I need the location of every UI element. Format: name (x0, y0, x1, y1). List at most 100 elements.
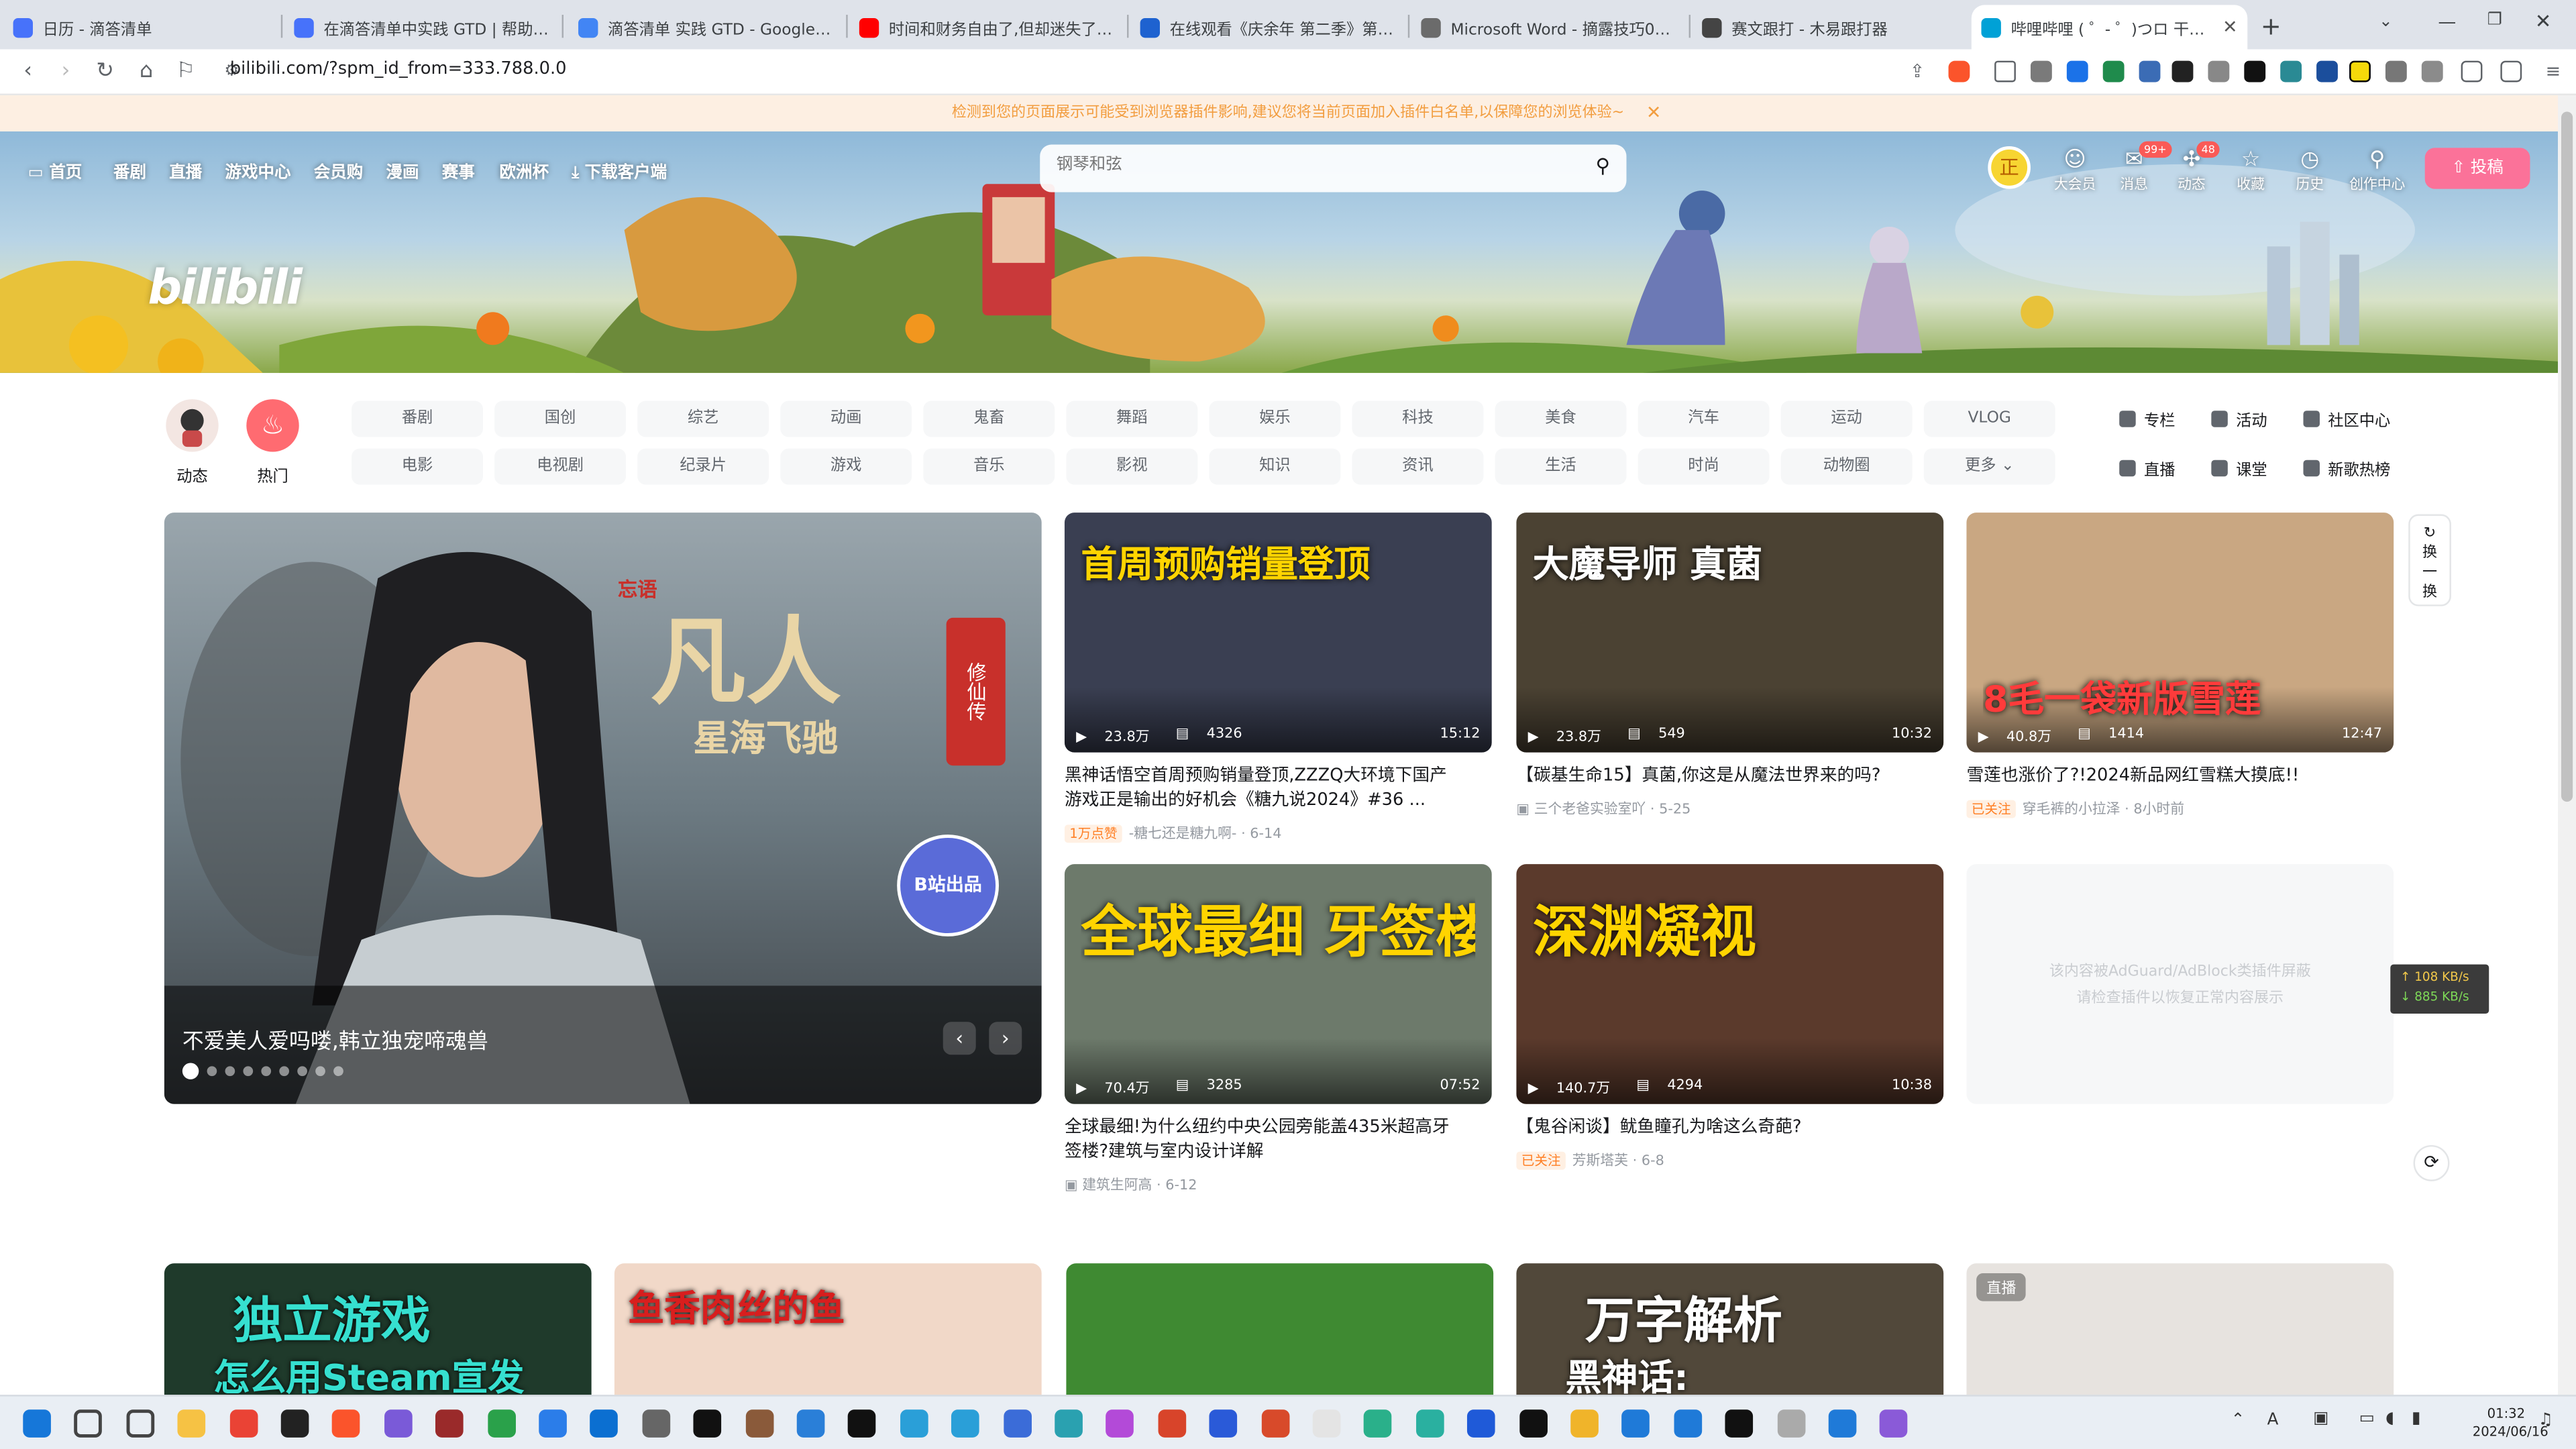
carousel-dot[interactable] (315, 1066, 325, 1077)
browser-tab[interactable]: Microsoft Word - 摘露技巧0606.do (1411, 5, 1687, 49)
notice-close-icon[interactable]: ✕ (1646, 95, 1662, 131)
bottom-video-thumbnail[interactable]: 独立游戏 怎么用Steam宣发 (164, 1263, 592, 1411)
carousel-dot[interactable] (297, 1066, 307, 1077)
video-thumbnail[interactable]: 首周预购销量登顶 ▶ 23.8万 ▤ 4326 15:12 (1064, 513, 1492, 753)
new-tab-button[interactable]: + (2261, 11, 2282, 41)
app-taskbar-icon[interactable] (1519, 1409, 1547, 1438)
upload-button[interactable]: ⇧ 投稿 (2424, 148, 2530, 189)
bookmark-icon[interactable]: ⚐ (171, 58, 201, 87)
video-thumbnail[interactable]: 深渊凝视 ▶ 140.7万 ▤ 4294 10:38 (1516, 864, 1944, 1104)
category-2-7[interactable]: 资讯 (1352, 448, 1484, 485)
header-messages[interactable]: ✉ 消息 99+ (2112, 141, 2171, 194)
page-scrollbar[interactable] (2558, 95, 2576, 1395)
extension-r-icon[interactable] (2349, 60, 2371, 83)
app-taskbar-icon[interactable] (1312, 1409, 1341, 1438)
category-1-8[interactable]: 美食 (1495, 400, 1627, 437)
refresh-button[interactable]: ↻ 换一换 (2408, 514, 2451, 606)
category-1-4[interactable]: 鬼畜 (923, 400, 1055, 437)
side-link-1[interactable]: 活动 (2211, 407, 2267, 431)
carousel-dot[interactable] (182, 1063, 199, 1079)
video-title[interactable]: 全球最细!为什么纽约中央公园旁能盖435米超高牙签楼?建筑与室内设计详解 (1065, 1116, 1459, 1165)
header-history[interactable]: ◷ 历史 (2288, 148, 2331, 194)
carousel-dot[interactable] (225, 1066, 235, 1077)
bilibili-logo[interactable]: bilibili (148, 260, 303, 315)
hot-flame-icon[interactable]: ♨ (246, 399, 299, 452)
extensions-puzzle-icon[interactable] (2385, 60, 2407, 83)
carousel-dot[interactable] (207, 1066, 217, 1077)
obsidian-taskbar-icon[interactable] (384, 1409, 413, 1438)
category-2-6[interactable]: 知识 (1209, 448, 1341, 485)
tray-chevron-icon[interactable]: ⌃ (2231, 1411, 2245, 1430)
app-taskbar-icon[interactable] (1003, 1409, 1031, 1438)
category-2-4[interactable]: 音乐 (923, 448, 1055, 485)
browser-tab[interactable]: 日历 - 滴答清单 (3, 5, 279, 49)
bottom-video-thumbnail[interactable]: 鱼香肉丝的鱼 (614, 1263, 1042, 1411)
side-link-2[interactable]: 社区中心 (2303, 407, 2390, 431)
bottom-video-thumbnail[interactable] (1065, 1263, 1493, 1411)
nav-euro-cup[interactable]: 欧洲杯 (499, 158, 548, 182)
category-1-5[interactable]: 舞蹈 (1066, 400, 1198, 437)
address-bar[interactable]: bilibili.com/?spm_id_from=333.788.0.0 (230, 59, 567, 78)
bottom-video-thumbnail[interactable]: 万字解析 黑神话: (1516, 1263, 1943, 1411)
header-favorites[interactable]: ☆ 收藏 (2229, 148, 2272, 194)
app-taskbar-icon[interactable] (1055, 1409, 1083, 1438)
extension-vr-icon[interactable] (2171, 60, 2194, 83)
browser-tab[interactable]: 哔哩哔哩 ( ゜- ゜)つロ 干杯~-bili ✕ (1971, 5, 2248, 50)
extension-k-icon[interactable] (2244, 60, 2266, 83)
app-taskbar-icon[interactable] (1260, 1409, 1289, 1438)
app-taskbar-icon[interactable] (796, 1409, 825, 1438)
app-taskbar-icon[interactable] (1622, 1409, 1650, 1438)
app-taskbar-icon[interactable] (1880, 1409, 1909, 1438)
extension-translate-icon[interactable] (2139, 60, 2161, 83)
volume-icon[interactable]: ◖ (2385, 1409, 2394, 1428)
nav-anime[interactable]: 番剧 (113, 158, 146, 182)
category-1-1[interactable]: 国创 (494, 400, 627, 437)
header-creator-center[interactable]: ⚲ 创作中心 (2349, 148, 2405, 194)
back-to-top-icon[interactable]: ⟳ (2413, 1144, 2450, 1181)
carousel-dot[interactable] (333, 1066, 343, 1077)
brave-taskbar-icon[interactable] (332, 1409, 361, 1438)
video-title[interactable]: 【碳基生命15】真菌,你这是从魔法世界来的吗? (1516, 764, 1911, 789)
video-meta[interactable]: 1万点赞 -糖七还是糖九啊- · 6-14 (1064, 823, 1282, 843)
video-thumbnail[interactable]: 8毛一袋新版雪莲 ▶ 40.8万 ▤ 1414 12:47 (1966, 513, 2394, 753)
app-taskbar-icon[interactable] (1674, 1409, 1702, 1438)
scrollbar-thumb[interactable] (2561, 111, 2573, 802)
browser-tab[interactable]: 赛文跟打 - 木易跟打器 (1692, 5, 1968, 49)
video-meta[interactable]: ▣ 建筑生阿高 · 6-12 (1065, 1175, 1197, 1194)
carousel-caption[interactable]: 不爱美人爱吗喽,韩立独宠啼魂兽 (182, 1024, 488, 1055)
network-icon[interactable]: ▭ (2359, 1409, 2375, 1428)
vscode-taskbar-icon[interactable] (590, 1409, 619, 1438)
extension-81-icon[interactable] (2316, 60, 2338, 83)
avatar[interactable]: 正 (1988, 146, 2031, 189)
quick-dynamic-label[interactable]: 动态 (160, 464, 225, 486)
video-meta[interactable]: 已关注 穿毛裤的小拉泽 · 8小时前 (1966, 798, 2184, 818)
app-taskbar-icon[interactable] (1415, 1409, 1444, 1438)
notion-taskbar-icon[interactable] (693, 1409, 722, 1438)
tiktok-taskbar-icon[interactable] (848, 1409, 877, 1438)
category-1-10[interactable]: 运动 (1780, 400, 1913, 437)
dynamic-avatar-icon[interactable] (166, 399, 219, 452)
app-taskbar-icon[interactable] (435, 1409, 464, 1438)
edge-taskbar-icon[interactable] (539, 1409, 567, 1438)
browser-tab[interactable]: 在滴答清单中实践 GTD | 帮助中心 (284, 5, 560, 49)
terminal-taskbar-icon[interactable] (280, 1409, 309, 1438)
video-title[interactable]: 雪莲也涨价了?!2024新品网红雪糕大摸底!! (1966, 764, 2361, 789)
nav-home[interactable]: ▭ 首页 (28, 158, 83, 182)
search-box[interactable]: ⚲ (1040, 144, 1627, 193)
wechat-taskbar-icon[interactable] (487, 1409, 515, 1438)
carousel-dot[interactable] (279, 1066, 290, 1077)
video-title[interactable]: 【鬼谷闲谈】鱿鱼瞳孔为啥这么奇葩? (1516, 1116, 1911, 1140)
header-vip[interactable]: ☺ 大会员 (2053, 148, 2096, 194)
category-2-10[interactable]: 动物圈 (1780, 448, 1913, 485)
wallet-icon[interactable] (2500, 60, 2522, 83)
category-2-11[interactable]: 更多 ⌄ (1923, 448, 2055, 485)
app-taskbar-icon[interactable] (642, 1409, 670, 1438)
video-thumbnail[interactable]: 全球最细 牙签楼 ▶ 70.4万 ▤ 3285 07:52 (1064, 864, 1492, 1104)
quick-hot-label[interactable]: 热门 (240, 464, 306, 486)
category-2-8[interactable]: 生活 (1495, 448, 1627, 485)
video-meta[interactable]: ▣ 三个老爸实验室吖 · 5-25 (1516, 798, 1690, 818)
close-window-icon[interactable]: ✕ (2535, 10, 2552, 33)
notification-bell-icon[interactable]: ♫ (2538, 1411, 2553, 1430)
video-title[interactable]: 黑神话悟空首周预购销量登顶,ZZZQ大环境下国产游戏正是输出的好机会《糖九说20… (1065, 764, 1459, 813)
app-taskbar-icon[interactable] (1570, 1409, 1599, 1438)
